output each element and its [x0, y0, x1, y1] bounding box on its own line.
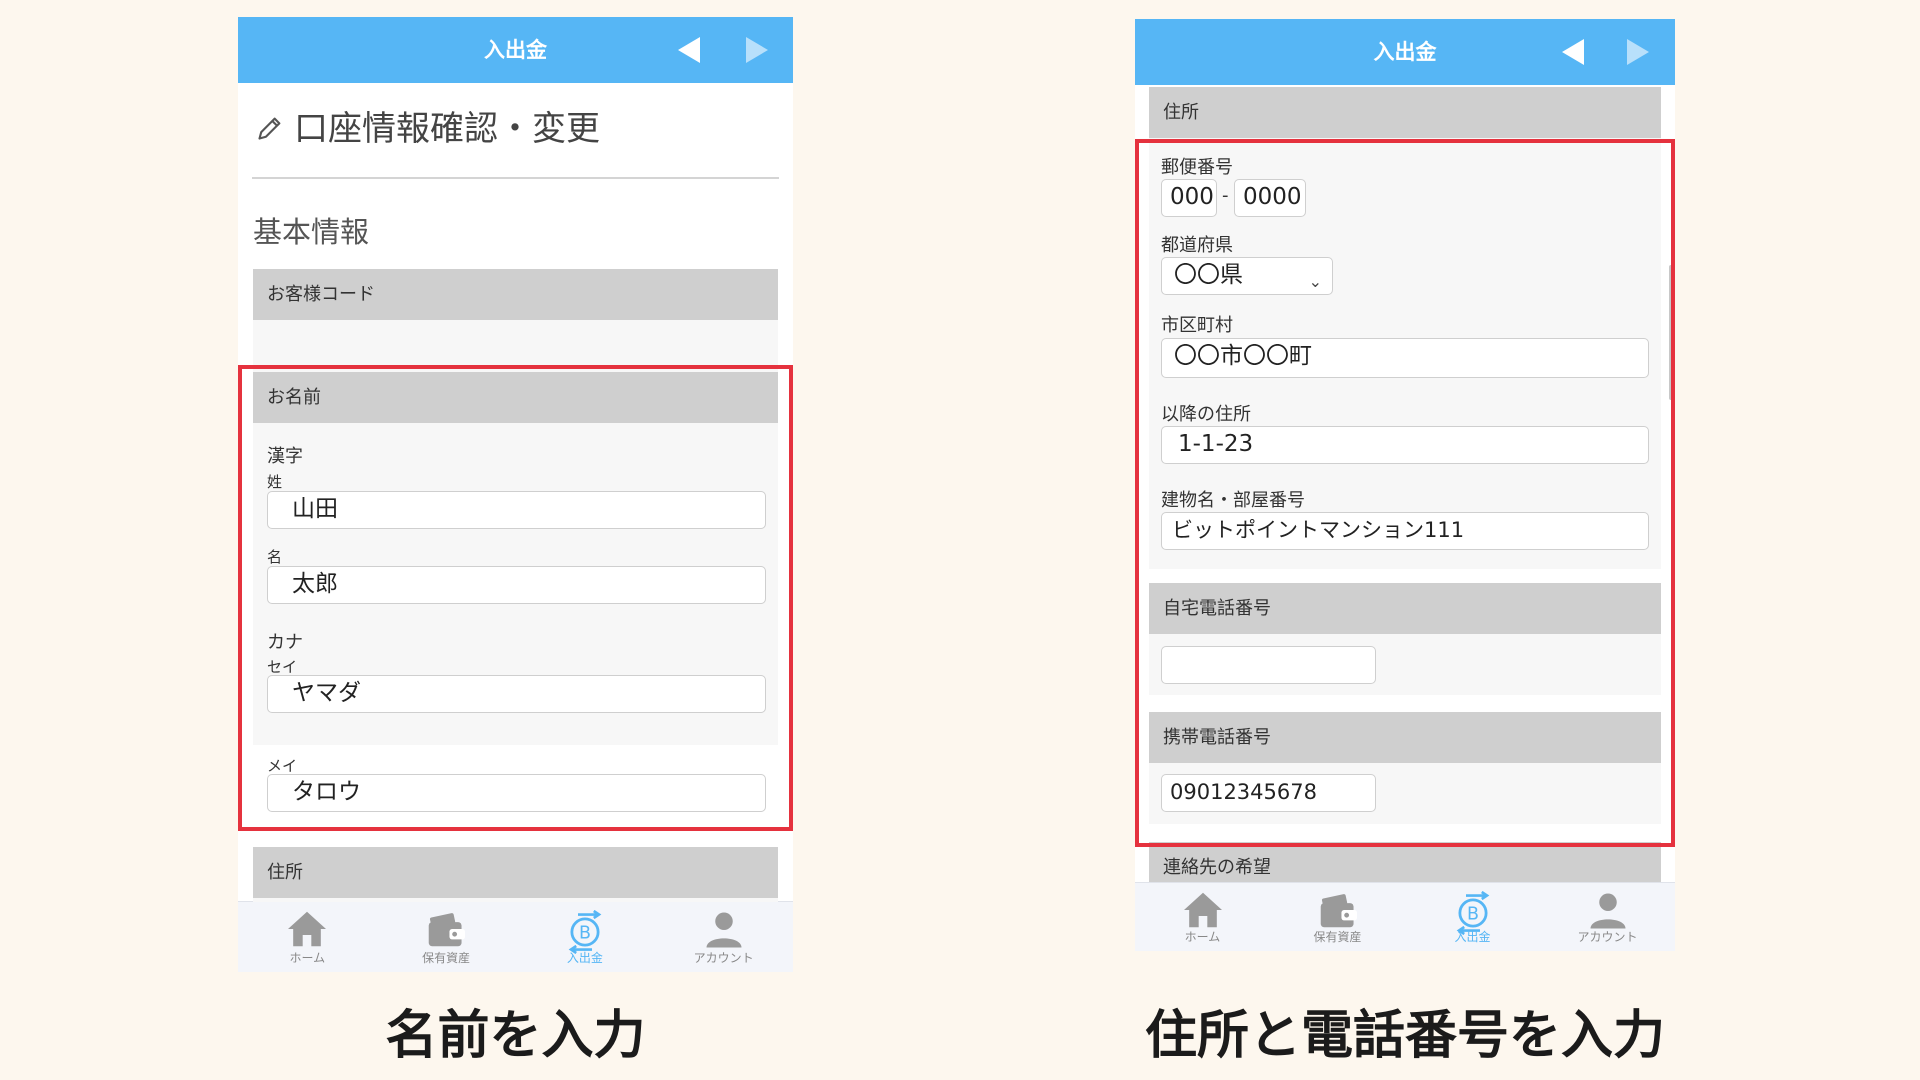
postal-separator: -: [1222, 185, 1229, 206]
postal-code-1-input[interactable]: 000: [1161, 179, 1217, 217]
postal-label: 郵便番号: [1161, 157, 1233, 178]
bottom-nav: ホーム 保有資産 B 入出金 アカウント: [238, 901, 793, 972]
street-input[interactable]: 1-1-23: [1161, 426, 1649, 464]
page-title: 口座情報確認・変更: [256, 101, 600, 150]
prefecture-select[interactable]: 〇〇県 ⌄: [1161, 257, 1333, 295]
section-heading-basic-info: 基本情報: [253, 215, 370, 249]
scrollbar-thumb[interactable]: [1669, 265, 1673, 400]
nav-item-home[interactable]: ホーム: [238, 902, 377, 972]
bottom-nav-right: ホーム 保有資産 B 入出金 アカウント: [1135, 882, 1675, 951]
home-phone-panel: 自宅電話番号: [1149, 583, 1661, 695]
caption-right: 住所と電話番号を入力: [1144, 1006, 1665, 1066]
mei-kana-input[interactable]: タロウ: [267, 774, 766, 812]
prefecture-label: 都道府県: [1161, 235, 1233, 256]
kana-label: カナ: [267, 632, 303, 653]
bitcoin-transfer-icon: B: [568, 910, 602, 954]
nav-item-account[interactable]: アカウント: [1540, 883, 1675, 951]
svg-text:B: B: [579, 924, 591, 944]
mobile-phone-input[interactable]: 09012345678: [1161, 774, 1376, 812]
building-input[interactable]: ビットポイントマンション111: [1161, 512, 1649, 550]
phone-screen-right: 入出金 住所 郵便番号 000 - 0000 都道府県 〇〇県 ⌄ 市区町村 〇…: [1135, 19, 1675, 951]
name-panel: お名前 漢字 姓 山田 名 太郎 カナ セイ ヤマダ: [253, 372, 778, 745]
user-icon: [1590, 893, 1625, 929]
customer-code-label: お客様コード: [253, 269, 778, 320]
address-panel-left: 住所: [253, 847, 778, 902]
wallet-icon: [428, 913, 466, 947]
sei-input[interactable]: 山田: [267, 491, 766, 529]
title-divider: [252, 177, 779, 179]
phone-screen-left: 入出金 口座情報確認・変更 基本情報 お客様コード お名前 漢字 姓 山田 名 …: [238, 17, 793, 972]
sei-kana-input[interactable]: ヤマダ: [267, 675, 766, 713]
chevron-down-icon: ⌄: [1308, 272, 1322, 291]
name-label: お名前: [253, 372, 778, 423]
prev-arrow-icon[interactable]: [1562, 39, 1584, 65]
page-title-text: 口座情報確認・変更: [294, 109, 600, 149]
pencil-icon: [258, 117, 281, 140]
customer-code-panel: お客様コード: [253, 269, 778, 375]
home-phone-input[interactable]: [1161, 646, 1376, 684]
address-label-left: 住所: [253, 847, 778, 898]
nav-item-deposit-withdraw[interactable]: B 入出金: [1405, 883, 1540, 951]
nav-item-home[interactable]: ホーム: [1135, 883, 1270, 951]
mei-kana-label: メイ: [267, 757, 298, 775]
nav-item-deposit-withdraw[interactable]: B 入出金: [516, 902, 655, 972]
svg-text:B: B: [1466, 905, 1478, 925]
home-icon: [1183, 892, 1222, 928]
prev-arrow-icon[interactable]: [678, 37, 700, 63]
header-title-right: 入出金: [1373, 40, 1437, 64]
nav-item-assets[interactable]: 保有資産: [1270, 883, 1405, 951]
mobile-phone-label: 携帯電話番号: [1149, 712, 1661, 763]
user-icon: [706, 912, 742, 948]
home-phone-label: 自宅電話番号: [1149, 583, 1661, 634]
wallet-icon: [1320, 894, 1357, 928]
nav-item-assets[interactable]: 保有資産: [377, 902, 516, 972]
building-label: 建物名・部屋番号: [1161, 490, 1305, 511]
address-panel: 住所 郵便番号 000 - 0000 都道府県 〇〇県 ⌄ 市区町村 〇〇市〇〇…: [1149, 87, 1661, 569]
city-label: 市区町村: [1161, 315, 1233, 336]
header-title: 入出金: [484, 38, 547, 62]
next-arrow-icon[interactable]: [746, 37, 768, 63]
address-label: 住所: [1149, 87, 1661, 138]
sei-kana-label: セイ: [267, 658, 298, 676]
street-label: 以降の住所: [1161, 404, 1251, 425]
mei-input[interactable]: 太郎: [267, 566, 766, 604]
home-icon: [288, 911, 327, 947]
mei-label: 名: [267, 548, 283, 566]
sei-label: 姓: [267, 473, 283, 491]
postal-code-2-input[interactable]: 0000: [1234, 179, 1306, 217]
top-bar: 入出金: [238, 17, 793, 83]
content-area-right: 住所 郵便番号 000 - 0000 都道府県 〇〇県 ⌄ 市区町村 〇〇市〇〇…: [1135, 85, 1675, 951]
prefecture-value: 〇〇県: [1174, 262, 1243, 288]
kanji-label: 漢字: [267, 446, 303, 467]
content-area: 口座情報確認・変更 基本情報 お客様コード お名前 漢字 姓 山田 名 太郎 カ…: [238, 83, 793, 902]
nav-item-account[interactable]: アカウント: [654, 902, 793, 972]
city-input[interactable]: 〇〇市〇〇町: [1161, 338, 1649, 378]
mobile-phone-panel: 携帯電話番号 09012345678: [1149, 712, 1661, 824]
top-bar-right: 入出金: [1135, 19, 1675, 85]
caption-left: 名前を入力: [385, 1006, 646, 1066]
next-arrow-icon[interactable]: [1627, 39, 1649, 65]
